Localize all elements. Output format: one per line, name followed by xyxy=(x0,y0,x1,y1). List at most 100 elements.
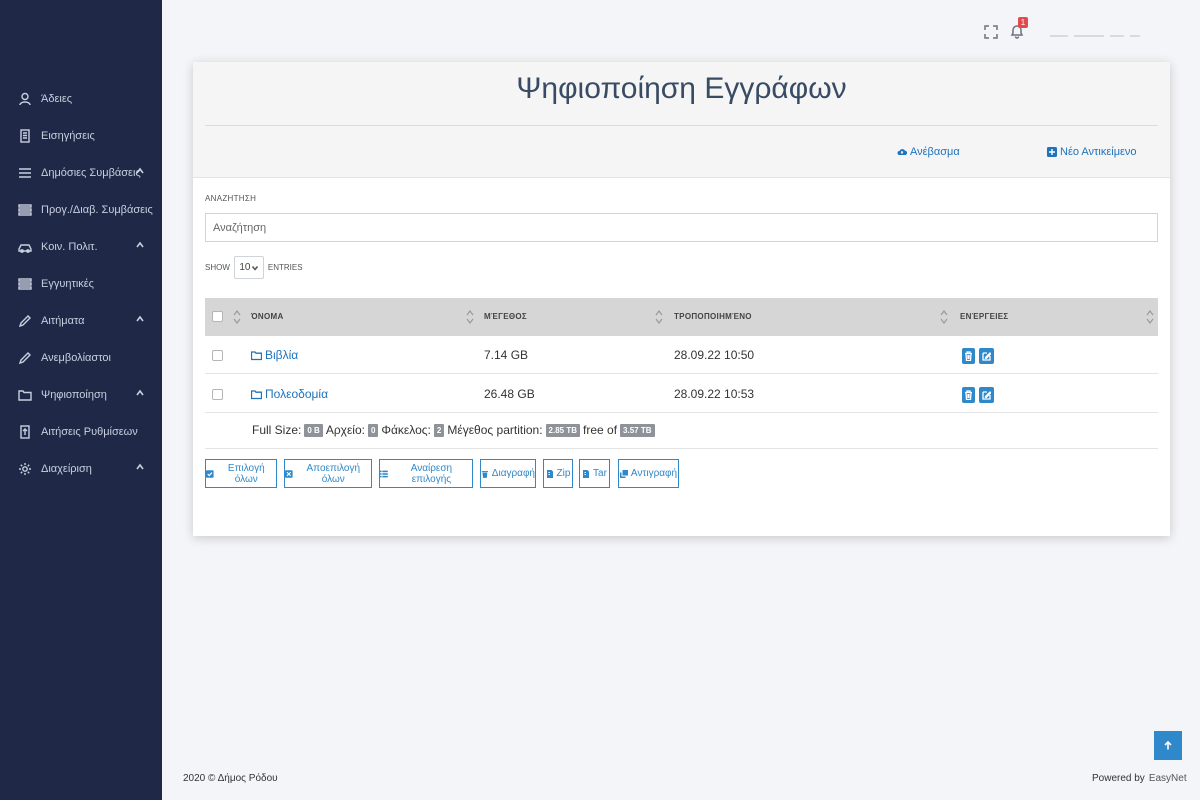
edit-row-button[interactable] xyxy=(979,387,994,403)
sidebar-item-aitiseis-rythmiseon[interactable]: Αιτήσεις Ρυθμίσεων xyxy=(0,413,162,450)
tar-button[interactable]: Tar xyxy=(579,459,610,488)
notification-badge: 1 xyxy=(1018,17,1028,28)
sidebar-item-prog-symvaseis[interactable]: Προγ./Διαβ. Συμβάσεις xyxy=(0,191,162,228)
chevron-up-icon xyxy=(136,388,146,398)
user-menu[interactable] xyxy=(1050,24,1160,37)
folder-link[interactable]: Πολεοδομία xyxy=(251,375,328,413)
sort-icon[interactable] xyxy=(233,309,241,325)
trash-icon xyxy=(965,351,972,361)
column-actions: ΕΝΈΡΓΕΙΕΣ xyxy=(960,312,1009,321)
edit-row-button[interactable] xyxy=(979,348,994,364)
invert-selection-button[interactable]: Αναίρεση επιλογής xyxy=(379,459,473,488)
partition-free: 2.85 TB xyxy=(545,423,581,437)
sidebar-item-label: Κοιν. Πολιτ. xyxy=(41,240,98,253)
file-label: Αρχείο: xyxy=(325,423,365,437)
upload-button[interactable]: Ανέβασμα xyxy=(897,146,960,158)
copy-icon xyxy=(619,469,628,478)
new-item-button[interactable]: Νέο Αντικείμενο xyxy=(1047,146,1137,158)
deselect-all-button[interactable]: Αποεπιλογή όλων xyxy=(284,459,372,488)
delete-row-button[interactable] xyxy=(962,348,975,364)
copy-label: Αντιγραφή xyxy=(630,468,678,479)
chevron-up-icon xyxy=(136,166,146,176)
sidebar-item-koin-polit[interactable]: Κοιν. Πολιτ. xyxy=(0,228,162,265)
tar-label: Tar xyxy=(593,468,607,479)
sidebar-nav: Άδειες Εισηγήσεις Δημόσιες Συμβάσεις Προ… xyxy=(0,80,162,487)
sidebar-item-label: Δημόσιες Συμβάσεις xyxy=(41,166,141,179)
sidebar-item-label: Εισηγήσεις xyxy=(41,129,95,142)
pencil-icon xyxy=(18,351,32,365)
divider xyxy=(205,125,1158,126)
zip-label: Zip xyxy=(556,468,571,479)
folder-name: Βιβλία xyxy=(265,348,299,362)
chevron-down-icon xyxy=(252,265,259,271)
sidebar: Άδειες Εισηγήσεις Δημόσιες Συμβάσεις Προ… xyxy=(0,0,162,800)
sort-icon[interactable] xyxy=(1146,309,1154,325)
sort-icon[interactable] xyxy=(655,309,663,325)
list-icon xyxy=(380,470,388,477)
sidebar-item-diaxeirisi[interactable]: Διαχείριση xyxy=(0,450,162,487)
row-checkbox[interactable] xyxy=(212,350,223,361)
column-size[interactable]: ΜΈΓΕΘΟΣ xyxy=(484,298,527,336)
select-all-button[interactable]: Επιλογή όλων xyxy=(205,459,277,488)
entries-select[interactable]: 10 xyxy=(233,256,264,279)
folder-link[interactable]: Βιβλία xyxy=(251,336,298,374)
column-name[interactable]: ΌΝΟΜΑ xyxy=(251,298,284,336)
plus-square-icon xyxy=(1047,147,1057,157)
footer-powered: Powered by EasyNet xyxy=(1092,773,1187,784)
sort-icon[interactable] xyxy=(940,309,948,325)
select-all-checkbox[interactable] xyxy=(212,311,223,322)
sidebar-item-psifiopoiisi[interactable]: Ψηφιοποίηση xyxy=(0,376,162,413)
powered-by-brand[interactable]: EasyNet xyxy=(1149,773,1187,784)
delete-row-button[interactable] xyxy=(962,387,975,403)
car-icon xyxy=(18,240,32,254)
sidebar-item-adeies[interactable]: Άδειες xyxy=(0,80,162,117)
card-header: Ψηφιοποίηση Εγγράφων Ανέβασμα Νέο Αντικε… xyxy=(193,62,1170,178)
cloud-upload-icon xyxy=(897,149,907,155)
column-modified[interactable]: ΤΡΟΠΟΠΟΙΗΜΈΝΟ xyxy=(674,298,752,336)
entries-label: ENTRIES xyxy=(267,263,303,272)
delete-button[interactable]: Διαγραφή xyxy=(480,459,536,488)
name-cell: Βιβλία xyxy=(251,336,298,374)
row-checkbox[interactable] xyxy=(212,389,223,400)
sidebar-item-engyitikes[interactable]: Εγγυητικές xyxy=(0,265,162,302)
gear-icon xyxy=(18,462,32,476)
full-size-label: Full Size: xyxy=(252,423,302,437)
sidebar-item-label: Αιτήματα xyxy=(41,314,85,327)
arrow-up-icon xyxy=(1164,741,1172,750)
edit-icon xyxy=(982,352,991,361)
fullscreen-icon[interactable] xyxy=(984,25,998,39)
sidebar-item-aitimata[interactable]: Αιτήματα xyxy=(0,302,162,339)
footer-copyright: 2020 © Δήμος Ρόδου xyxy=(183,773,278,784)
sidebar-item-anemvoliastoi[interactable]: Ανεμβολίαστοι xyxy=(0,339,162,376)
folder-name: Πολεοδομία xyxy=(265,387,329,401)
file-archive-icon xyxy=(583,469,590,478)
new-item-label: Νέο Αντικείμενο xyxy=(1060,146,1137,158)
chevron-up-icon xyxy=(136,462,146,472)
sidebar-item-eisigiseis[interactable]: Εισηγήσεις xyxy=(0,117,162,154)
page-title: Ψηφιοποίηση Εγγράφων xyxy=(516,72,847,105)
menu-icon xyxy=(18,166,32,180)
check-square-icon xyxy=(206,469,214,478)
file-archive-icon xyxy=(546,469,553,478)
divider xyxy=(205,448,1158,449)
zip-button[interactable]: Zip xyxy=(543,459,573,488)
free-of-label: free of xyxy=(583,423,618,437)
storage-summary: Full Size: 0 B Αρχείο: 0 Φάκελος: 2 Μέγε… xyxy=(252,423,655,437)
partition-label: Μέγεθος partition: xyxy=(447,423,543,437)
modified-cell: 28.09.22 10:50 xyxy=(674,348,755,362)
powered-by-label: Powered by xyxy=(1092,773,1145,784)
folder-label: Φάκελος: xyxy=(381,423,431,437)
pencil-icon xyxy=(18,314,32,328)
upload-label: Ανέβασμα xyxy=(910,146,960,158)
sidebar-item-dimosies-symvaseis[interactable]: Δημόσιες Συμβάσεις xyxy=(0,154,162,191)
sidebar-item-label: Ψηφιοποίηση xyxy=(41,388,107,401)
size-cell: 26.48 GB xyxy=(484,387,535,401)
copy-button[interactable]: Αντιγραφή xyxy=(618,459,679,488)
delete-label: Διαγραφή xyxy=(491,468,535,479)
search-input[interactable] xyxy=(205,213,1158,242)
sort-icon[interactable] xyxy=(466,309,474,325)
folder-icon xyxy=(251,350,262,360)
list-icon xyxy=(18,277,32,291)
scroll-to-top-button[interactable] xyxy=(1154,731,1182,760)
folder-icon xyxy=(18,388,32,402)
